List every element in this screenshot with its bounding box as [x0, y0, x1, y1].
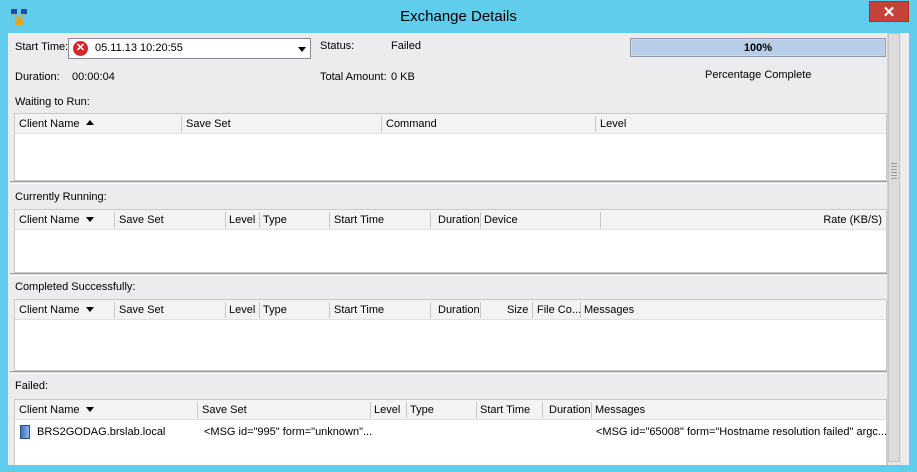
column-header-client-name[interactable]: Client Name [19, 404, 94, 416]
column-header-type[interactable]: Type [263, 304, 287, 316]
start-time-label: Start Time: [15, 41, 69, 53]
splitter[interactable] [10, 181, 887, 184]
close-icon: ✕ [882, 3, 896, 21]
sort-ascending-icon [85, 120, 94, 125]
total-amount-value: 0 KB [391, 71, 415, 83]
column-header-rate[interactable]: Rate (KB/S) [823, 214, 882, 226]
computer-icon [20, 425, 30, 439]
column-header-device[interactable]: Device [484, 214, 518, 226]
column-header-duration[interactable]: Duration [549, 404, 591, 416]
duration-value: 00:00:04 [72, 71, 115, 83]
waiting-section-label: Waiting to Run: [15, 96, 90, 108]
table-row[interactable]: BRS2GODAG.brslab.local <MSG id="995" for… [15, 424, 888, 442]
running-table[interactable]: Client Name Save Set Level Type Start Ti… [14, 209, 887, 273]
scrollbar-thumb[interactable] [888, 33, 900, 462]
column-header-file-count[interactable]: File Co... [537, 304, 581, 316]
splitter[interactable] [10, 371, 887, 374]
sort-descending-icon [85, 217, 94, 222]
status-label: Status: [320, 40, 355, 52]
close-button[interactable]: ✕ [869, 1, 909, 22]
column-header-level[interactable]: Level [600, 118, 626, 130]
waiting-table[interactable]: Client Name Save Set Command Level [14, 113, 887, 181]
column-header-size[interactable]: Size [507, 304, 528, 316]
failed-section-label: Failed: [15, 380, 49, 392]
column-header-save-set[interactable]: Save Set [186, 118, 231, 130]
title-bar[interactable]: Exchange Details ✕ [0, 0, 917, 33]
client-area: Start Time: ✕ 05.11.13 10:20:55 Status: … [8, 33, 909, 465]
column-header-level[interactable]: Level [229, 304, 255, 316]
failed-client-name: BRS2GODAG.brslab.local [37, 426, 166, 438]
column-header-start-time[interactable]: Start Time [480, 404, 530, 416]
column-header-messages[interactable]: Messages [595, 404, 645, 416]
sort-descending-icon [85, 307, 94, 312]
column-header-client-name[interactable]: Client Name [19, 304, 94, 316]
column-header-start-time[interactable]: Start Time [334, 304, 384, 316]
column-header-save-set[interactable]: Save Set [119, 214, 164, 226]
failed-table-header: Client Name Save Set Level Type Start Ti… [15, 400, 886, 420]
chevron-down-icon [298, 47, 306, 52]
column-header-client-name[interactable]: Client Name [19, 214, 94, 226]
completed-section-label: Completed Successfully: [15, 281, 136, 293]
column-header-start-time[interactable]: Start Time [334, 214, 384, 226]
duration-label: Duration: [15, 71, 60, 83]
completed-table-header: Client Name Save Set Level Type Start Ti… [15, 300, 886, 320]
error-icon: ✕ [73, 41, 88, 56]
failed-save-set: <MSG id="995" form="unknown"... [204, 426, 373, 438]
column-header-level[interactable]: Level [229, 214, 255, 226]
failed-table[interactable]: Client Name Save Set Level Type Start Ti… [14, 399, 887, 465]
column-header-client-name[interactable]: Client Name [19, 118, 94, 130]
column-header-command[interactable]: Command [386, 118, 437, 130]
waiting-table-header: Client Name Save Set Command Level [15, 114, 886, 134]
column-header-level[interactable]: Level [374, 404, 400, 416]
column-header-duration[interactable]: Duration [438, 304, 480, 316]
running-table-header: Client Name Save Set Level Type Start Ti… [15, 210, 886, 230]
window-title: Exchange Details [400, 8, 517, 25]
scrollbar-grip-icon [891, 163, 897, 181]
failed-messages: <MSG id="65008" form="Hostname resolutio… [596, 426, 888, 438]
column-header-type[interactable]: Type [410, 404, 434, 416]
status-value: Failed [391, 40, 421, 52]
completed-table[interactable]: Client Name Save Set Level Type Start Ti… [14, 299, 887, 371]
total-amount-label: Total Amount: [320, 71, 387, 83]
running-section-label: Currently Running: [15, 191, 107, 203]
column-header-duration[interactable]: Duration [438, 214, 480, 226]
start-time-select[interactable]: ✕ 05.11.13 10:20:55 [68, 38, 311, 59]
progress-caption: Percentage Complete [705, 69, 812, 81]
column-header-messages[interactable]: Messages [584, 304, 634, 316]
sort-descending-icon [85, 407, 94, 412]
progress-bar: 100% [630, 38, 886, 57]
column-header-save-set[interactable]: Save Set [119, 304, 164, 316]
start-time-value: 05.11.13 10:20:55 [95, 42, 183, 54]
column-header-type[interactable]: Type [263, 214, 287, 226]
splitter[interactable] [10, 273, 887, 276]
column-header-save-set[interactable]: Save Set [202, 404, 247, 416]
progress-text: 100% [743, 42, 773, 54]
